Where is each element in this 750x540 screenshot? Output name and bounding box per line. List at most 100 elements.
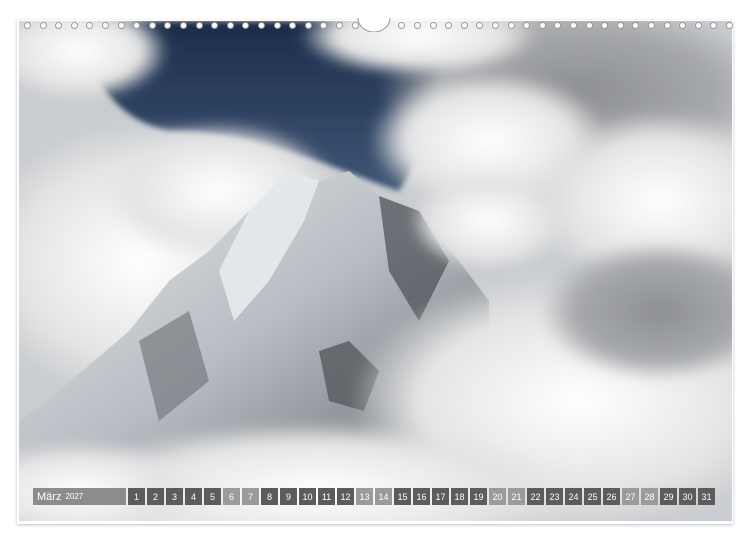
day-cell: 31 [698, 488, 715, 505]
day-number: 11 [321, 491, 332, 502]
day-cell: 19 [470, 488, 487, 505]
binding-hole [570, 22, 577, 29]
binding-hole [617, 22, 624, 29]
calendar-bar: März 2027 1 2 3 4 5 6 7 8 9 10 11 12 13 14 15 16 17 18 19 2… [33, 488, 715, 505]
binding-hole [211, 22, 218, 29]
day-cell: 11 [318, 488, 335, 505]
day-cell: 22 [527, 488, 544, 505]
binding-hole [320, 22, 327, 29]
day-cell: 12 [337, 488, 354, 505]
binding-hole [258, 22, 265, 29]
day-cell: 9 [280, 488, 297, 505]
day-number: 6 [228, 491, 234, 502]
binding-hole [508, 22, 515, 29]
day-cell: 20 [489, 488, 506, 505]
day-number: 9 [285, 491, 291, 502]
day-cells: 1 2 3 4 5 6 7 8 9 10 11 12 13 14 15 16 17 18 19 20 21 22 23 24 2… [128, 488, 715, 505]
binding-hole [149, 22, 156, 29]
day-number: 2 [152, 491, 158, 502]
day-cell: 1 [128, 488, 145, 505]
binding-hole [539, 22, 546, 29]
day-cell: 25 [584, 488, 601, 505]
binding-hole [55, 22, 62, 29]
binding-hole [71, 22, 78, 29]
day-number: 4 [190, 491, 196, 502]
day-cell: 2 [147, 488, 164, 505]
binding-hole [461, 22, 468, 29]
day-cell: 23 [546, 488, 563, 505]
mountain-photo-image [19, 21, 732, 521]
binding-hole [430, 22, 437, 29]
month-label: März 2027 [33, 488, 126, 505]
binding-hole [695, 22, 702, 29]
binding-hole [710, 22, 717, 29]
binding-hole [726, 22, 733, 29]
day-number: 14 [378, 491, 389, 502]
binding-hole [133, 22, 140, 29]
day-number: 28 [644, 491, 655, 502]
binding-hole [554, 22, 561, 29]
day-cell: 21 [508, 488, 525, 505]
binding-hole [242, 22, 249, 29]
month-year: 2027 [65, 492, 84, 501]
mountain-photo [19, 21, 732, 521]
binding-hole [523, 22, 530, 29]
binding-hole [601, 22, 608, 29]
day-cell: 15 [394, 488, 411, 505]
day-number: 30 [682, 491, 693, 502]
day-number: 20 [492, 491, 503, 502]
day-number: 19 [473, 491, 484, 502]
day-cell: 29 [660, 488, 677, 505]
binding-hole [196, 22, 203, 29]
day-cell: 27 [622, 488, 639, 505]
binding-hole [476, 22, 483, 29]
binding-hole [445, 22, 452, 29]
day-number: 23 [549, 491, 560, 502]
day-cell: 5 [204, 488, 221, 505]
day-number: 24 [568, 491, 579, 502]
binding-hole [398, 22, 405, 29]
day-number: 25 [587, 491, 598, 502]
day-number: 27 [625, 491, 636, 502]
day-cell: 6 [223, 488, 240, 505]
day-cell: 3 [166, 488, 183, 505]
binding-hole [118, 22, 125, 29]
binding-hole [24, 22, 31, 29]
day-number: 5 [209, 491, 215, 502]
day-number: 29 [663, 491, 674, 502]
binding-hole [86, 22, 93, 29]
binding-hole [414, 22, 421, 29]
day-cell: 13 [356, 488, 373, 505]
day-number: 22 [530, 491, 541, 502]
binding-hole [492, 22, 499, 29]
binding-hole [227, 22, 234, 29]
day-number: 7 [247, 491, 253, 502]
day-cell: 4 [185, 488, 202, 505]
binding-hole [648, 22, 655, 29]
binding-hole [632, 22, 639, 29]
day-cell: 18 [451, 488, 468, 505]
day-cell: 24 [565, 488, 582, 505]
binding-hole [664, 22, 671, 29]
day-number: 8 [266, 491, 272, 502]
day-number: 13 [359, 491, 370, 502]
hanger-hook-icon [357, 17, 391, 32]
binding-hole [679, 22, 686, 29]
day-number: 31 [701, 491, 712, 502]
day-number: 21 [511, 491, 522, 502]
day-number: 15 [397, 491, 408, 502]
day-number: 26 [606, 491, 617, 502]
day-cell: 16 [413, 488, 430, 505]
binding-hole [336, 22, 343, 29]
day-number: 18 [454, 491, 465, 502]
day-cell: 7 [242, 488, 259, 505]
day-cell: 14 [375, 488, 392, 505]
binding-hole [102, 22, 109, 29]
day-cell: 17 [432, 488, 449, 505]
day-cell: 30 [679, 488, 696, 505]
binding-hole [40, 22, 47, 29]
binding-hole [289, 22, 296, 29]
day-number: 3 [171, 491, 177, 502]
day-cell: 8 [261, 488, 278, 505]
binding-hole [180, 22, 187, 29]
